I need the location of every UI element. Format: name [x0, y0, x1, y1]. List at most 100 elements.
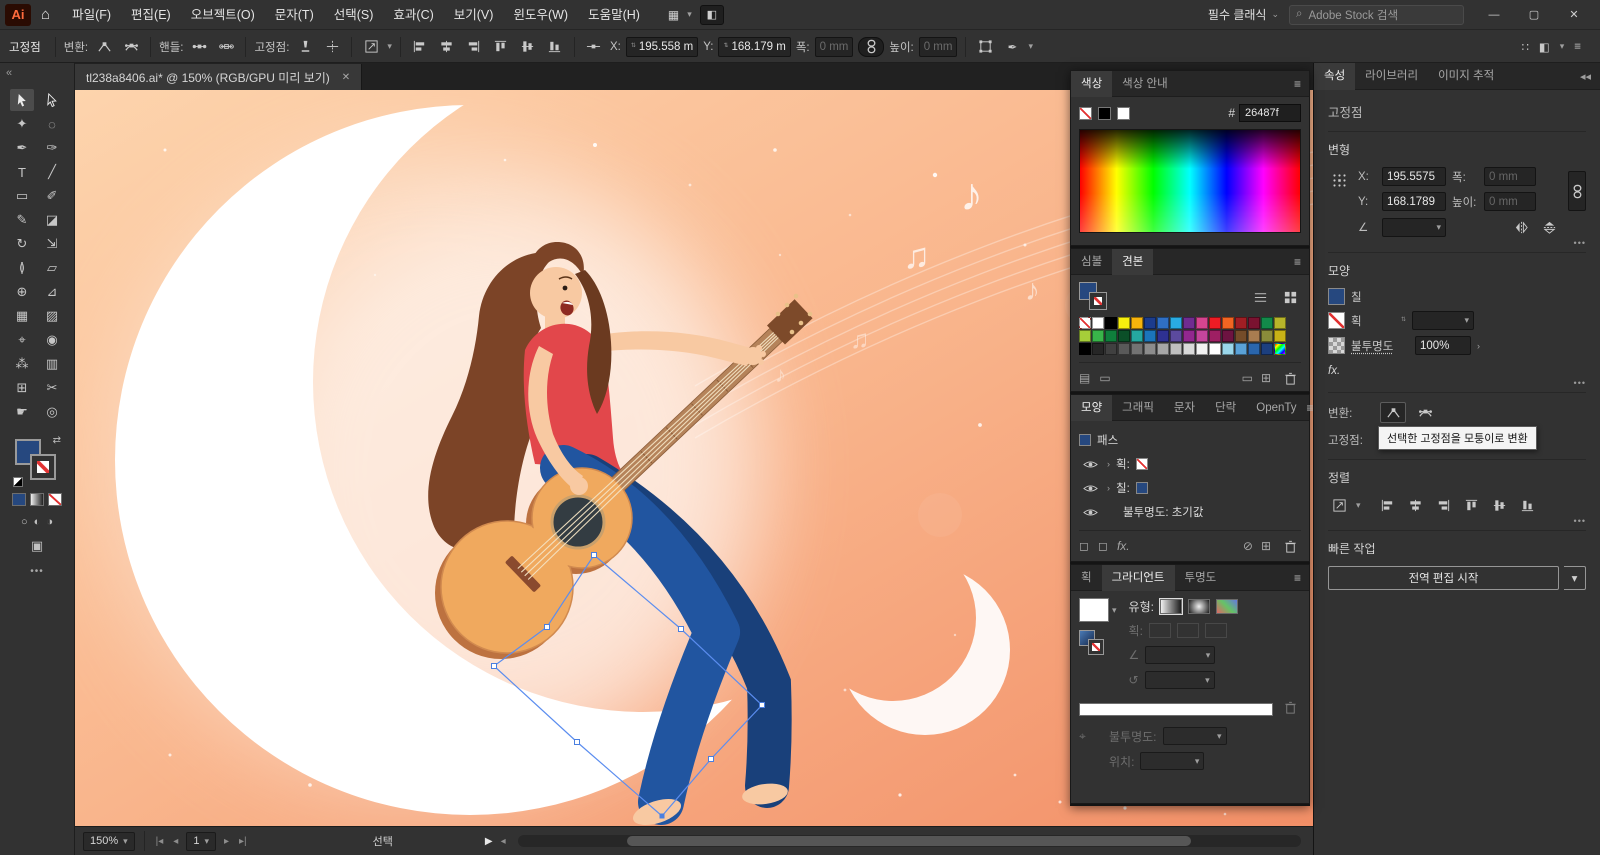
free-transform-tool[interactable]: ▱: [40, 257, 64, 279]
workspace-layout-icon[interactable]: ▦: [668, 8, 679, 22]
slice-tool[interactable]: ✂: [40, 377, 64, 399]
horizontal-scrollbar[interactable]: [518, 835, 1301, 847]
menu-편집(E)[interactable]: 편집(E): [121, 0, 181, 30]
swatch[interactable]: [1183, 343, 1195, 355]
curvature-tool[interactable]: ✑: [40, 137, 64, 159]
tab-그라디언트[interactable]: 그라디언트: [1102, 565, 1175, 591]
clear-appearance-icon[interactable]: ⊘: [1243, 539, 1253, 553]
type-tool[interactable]: T: [10, 161, 34, 183]
draw-inside-icon[interactable]: ◑: [46, 516, 53, 528]
swatch[interactable]: [1222, 330, 1234, 342]
swatch[interactable]: [1092, 343, 1104, 355]
panel-menu-icon[interactable]: ≡: [1307, 401, 1322, 415]
swatch[interactable]: [1157, 343, 1169, 355]
swatch[interactable]: [1196, 317, 1208, 329]
color-spectrum[interactable]: [1079, 129, 1301, 233]
swatch[interactable]: [1144, 330, 1156, 342]
document-tab[interactable]: tl238a8406.ai* @ 150% (RGB/GPU 미리 보기) ✕: [75, 64, 362, 90]
stylus-options-icon[interactable]: ✒: [1001, 37, 1023, 57]
expand-icon[interactable]: ›: [1107, 459, 1110, 469]
reference-point-locator[interactable]: [1328, 170, 1350, 190]
libraries-icon[interactable]: ▤: [1079, 371, 1090, 385]
rotate-tool[interactable]: ↻: [10, 233, 34, 255]
tab-심볼[interactable]: 심볼: [1071, 249, 1112, 275]
eyedropper-tool[interactable]: ⌖: [10, 329, 34, 351]
default-fill-stroke-icon[interactable]: [13, 477, 23, 487]
maximize-button[interactable]: ▢: [1514, 0, 1554, 30]
swatch[interactable]: [1183, 317, 1195, 329]
gradient-button[interactable]: [30, 493, 44, 506]
scale-tool[interactable]: ⇲: [40, 233, 64, 255]
convert-corner-icon[interactable]: [1380, 402, 1406, 423]
fx-button[interactable]: fx.: [1328, 365, 1340, 377]
swap-fill-stroke-icon[interactable]: ⇄: [53, 435, 61, 446]
fx-icon[interactable]: fx.: [1117, 539, 1130, 553]
menu-파일(F)[interactable]: 파일(F): [62, 0, 121, 30]
tab-모양[interactable]: 모양: [1071, 395, 1112, 421]
convert-corner-icon[interactable]: [93, 37, 115, 57]
swatch[interactable]: [1248, 330, 1260, 342]
edit-toolbar-icon[interactable]: •••: [0, 566, 74, 577]
tab-색상[interactable]: 색상: [1071, 71, 1112, 97]
gradient-aspect-select[interactable]: ▾: [1145, 671, 1215, 689]
show-handles-icon[interactable]: [188, 37, 210, 57]
swatch[interactable]: [1274, 330, 1286, 342]
swatch[interactable]: [1209, 317, 1221, 329]
swatch[interactable]: [1274, 343, 1286, 355]
tab-획[interactable]: 획: [1071, 565, 1102, 591]
minimize-button[interactable]: —: [1474, 0, 1514, 30]
black-swatch[interactable]: [1098, 107, 1111, 120]
opacity-select[interactable]: 100%: [1415, 336, 1471, 355]
swatch[interactable]: [1079, 317, 1091, 329]
swatch[interactable]: [1092, 330, 1104, 342]
freeform-gradient-button[interactable]: [1216, 599, 1238, 614]
tab-그래픽[interactable]: 그래픽: [1112, 395, 1164, 421]
y-input[interactable]: ⇅168.179 m: [718, 37, 790, 57]
swatch[interactable]: [1183, 330, 1195, 342]
hide-handles-icon[interactable]: [215, 37, 237, 57]
menu-보기(V)[interactable]: 보기(V): [444, 0, 504, 30]
swatch[interactable]: [1118, 317, 1130, 329]
last-artboard-button[interactable]: ▸|: [237, 836, 249, 847]
symbol-sprayer-tool[interactable]: ⁂: [10, 353, 34, 375]
swatch[interactable]: [1261, 317, 1273, 329]
swatch[interactable]: [1105, 330, 1117, 342]
none-swatch[interactable]: [1079, 107, 1092, 120]
swatch[interactable]: [1248, 343, 1260, 355]
stop-location-select[interactable]: ▾: [1140, 752, 1204, 770]
perspective-grid-tool[interactable]: ⊿: [40, 281, 64, 303]
magic-wand-tool[interactable]: ✦: [10, 113, 34, 135]
mesh-tool[interactable]: ▦: [10, 305, 34, 327]
artboard-tool[interactable]: ⊞: [10, 377, 34, 399]
appearance-row-opacity[interactable]: 불투명도: 초기값: [1079, 500, 1301, 524]
swatch[interactable]: [1131, 330, 1143, 342]
more-options-icon[interactable]: •••: [1574, 378, 1586, 388]
tab-단락[interactable]: 단락: [1205, 395, 1246, 421]
list-view-icon[interactable]: [1249, 287, 1271, 307]
align-right-icon[interactable]: [1433, 495, 1455, 515]
more-options-icon[interactable]: •••: [1574, 516, 1586, 526]
tab-OpenTy[interactable]: OpenTy: [1246, 395, 1306, 421]
y-input[interactable]: 168.1789: [1382, 192, 1446, 211]
swatch[interactable]: [1105, 317, 1117, 329]
fill-swatch[interactable]: [1328, 288, 1345, 305]
stroke-color-swatch[interactable]: [30, 454, 56, 480]
draw-normal-icon[interactable]: ○: [21, 516, 28, 528]
swatch[interactable]: [1079, 343, 1091, 355]
appearance-row-stroke[interactable]: › 획:: [1079, 452, 1301, 476]
new-swatch-icon[interactable]: ⊞: [1261, 371, 1271, 385]
panel-menu-icon[interactable]: ≡: [1294, 571, 1309, 585]
align-middle-icon[interactable]: [1489, 495, 1511, 515]
stroke-swatch[interactable]: [1328, 312, 1345, 329]
remove-anchor-icon[interactable]: [294, 37, 316, 57]
align-center-icon[interactable]: [1405, 495, 1427, 515]
swatch[interactable]: [1170, 317, 1182, 329]
swatch[interactable]: [1144, 317, 1156, 329]
play-icon[interactable]: ▶: [485, 836, 493, 847]
align-middle-icon[interactable]: [517, 37, 539, 57]
more-options-icon[interactable]: •••: [1574, 238, 1586, 248]
artboard-select[interactable]: 1▾: [186, 832, 216, 851]
swatch[interactable]: [1196, 343, 1208, 355]
draw-behind-icon[interactable]: ◐: [34, 516, 41, 528]
gradient-swatch[interactable]: [1079, 598, 1109, 622]
